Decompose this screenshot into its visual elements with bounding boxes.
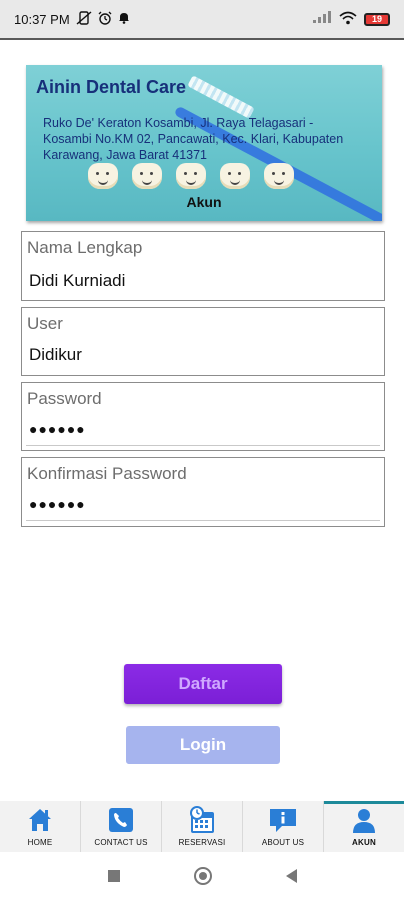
password-underline — [26, 445, 380, 446]
full-name-field[interactable]: Nama Lengkap Didi Kurniadi — [21, 231, 385, 301]
page-title: Akun — [186, 194, 222, 210]
full-name-value[interactable]: Didi Kurniadi — [29, 271, 125, 291]
confirm-password-field[interactable]: Konfirmasi Password ●●●●●● — [21, 457, 385, 527]
nav-item-home[interactable]: HOME — [0, 801, 81, 852]
status-bar: 10:37 PM 19 — [0, 0, 404, 40]
password-field[interactable]: Password ●●●●●● — [21, 382, 385, 451]
clinic-address: Ruko De' Keraton Kosambi, Jl. Raya Telag… — [43, 116, 344, 162]
clinic-name: Ainin Dental Care — [36, 77, 187, 97]
alarm-icon — [98, 11, 112, 28]
tooth-icon — [264, 163, 294, 189]
home-button-icon[interactable] — [193, 867, 212, 885]
wifi-icon — [339, 11, 357, 28]
status-right: 19 — [312, 11, 390, 28]
confirm-password-value[interactable]: ●●●●●● — [29, 496, 86, 512]
no-vibrate-icon — [76, 10, 92, 28]
nav-item-akun[interactable]: AKUN — [324, 801, 404, 852]
nav-item-reservasi[interactable]: RESERVASI — [162, 801, 243, 852]
nav-label-home: HOME — [27, 838, 53, 847]
toothbrush-bristles-graphic — [187, 75, 255, 119]
home-icon — [25, 805, 55, 835]
user-label: User — [27, 314, 63, 333]
full-name-label: Nama Lengkap — [27, 238, 143, 257]
bottom-navigation: HOME CONTACT US RESERVASI ABOUT US AKUN — [0, 801, 404, 852]
status-left: 10:37 PM — [14, 10, 130, 28]
phone-icon — [106, 805, 136, 835]
confirm-password-label: Konfirmasi Password — [27, 464, 187, 483]
info-chat-icon — [268, 805, 298, 835]
password-label: Password — [27, 389, 102, 408]
system-navigation-bar — [0, 852, 404, 900]
nav-item-about-us[interactable]: ABOUT US — [243, 801, 324, 852]
user-value[interactable]: Didikur — [29, 345, 82, 365]
nav-label-contact-us: CONTACT US — [94, 838, 148, 847]
nav-item-contact-us[interactable]: CONTACT US — [81, 801, 162, 852]
confirm-password-underline — [26, 520, 380, 521]
cell-signal-icon — [312, 11, 332, 27]
user-icon — [349, 805, 379, 835]
clinic-banner: Ainin Dental Care Ruko De' Keraton Kosam… — [26, 65, 382, 221]
user-field[interactable]: User Didikur — [21, 307, 385, 376]
calendar-clock-icon — [187, 805, 217, 835]
tooth-icon — [220, 163, 250, 189]
teeth-illustration — [88, 163, 294, 189]
password-value[interactable]: ●●●●●● — [29, 421, 86, 437]
back-icon[interactable] — [285, 869, 297, 883]
recent-apps-icon[interactable] — [107, 870, 120, 882]
nav-label-about-us: ABOUT US — [261, 838, 305, 847]
tooth-icon — [176, 163, 206, 189]
login-button[interactable]: Login — [126, 726, 280, 764]
tooth-icon — [88, 163, 118, 189]
status-time: 10:37 PM — [14, 11, 70, 27]
nav-label-akun: AKUN — [352, 838, 376, 847]
battery-icon: 19 — [364, 12, 390, 26]
register-button[interactable]: Daftar — [124, 664, 282, 704]
nav-label-reservasi: RESERVASI — [178, 838, 226, 847]
tooth-icon — [132, 163, 162, 189]
notification-bell-icon — [118, 11, 130, 27]
app-screen: 10:37 PM 19 Ainin Dental Care Ruko De' K… — [0, 0, 404, 900]
